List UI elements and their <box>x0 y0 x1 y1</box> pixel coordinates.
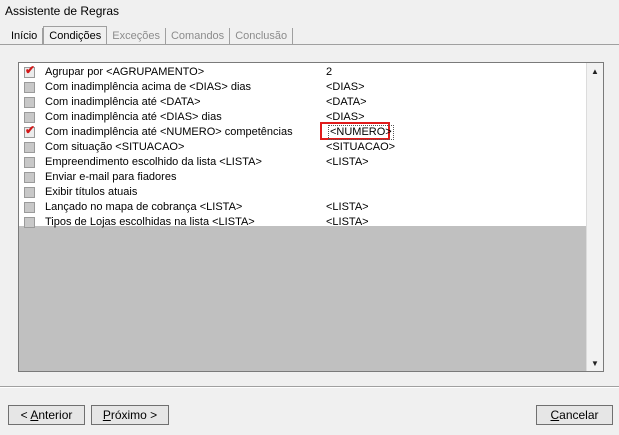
cancel-button[interactable]: Cancelar <box>536 405 613 425</box>
condition-value[interactable]: 2 <box>326 65 332 80</box>
condition-checkbox[interactable] <box>24 82 35 93</box>
condition-label: Enviar e-mail para fiadores <box>45 171 177 183</box>
condition-row[interactable]: Lançado no mapa de cobrança <LISTA> <LIST… <box>19 200 587 215</box>
condition-label: Agrupar por <AGRUPAMENTO> <box>45 66 205 78</box>
condition-checkbox[interactable] <box>24 142 35 153</box>
condition-label: Com inadimplência até <DATA> <box>45 96 201 108</box>
next-button-hotkey: P <box>102 408 111 422</box>
condition-value[interactable]: <SITUACAO> <box>326 140 395 155</box>
next-button[interactable]: Próximo > <box>91 405 169 425</box>
vertical-scrollbar[interactable]: ▲ ▼ <box>586 63 603 371</box>
empty-list-area <box>19 226 587 371</box>
condition-label: Tipos de Lojas escolhidas na lista <LIST… <box>45 216 255 228</box>
scroll-down-icon[interactable]: ▼ <box>587 355 603 371</box>
conditions-list-area: ✔ Agrupar por <AGRUPAMENTO> 2 Com inadimplê… <box>19 63 587 371</box>
condition-checkbox[interactable] <box>24 202 35 213</box>
conditions-list[interactable]: ✔ Agrupar por <AGRUPAMENTO> 2 Com inadimplê… <box>18 62 604 372</box>
tab-excecoes: Exceções <box>107 28 166 44</box>
checkmark-icon: ✔ <box>25 123 36 137</box>
condition-row[interactable]: Com situação <SITUACAO> <SITUACAO> <box>19 140 587 155</box>
condition-row[interactable]: Exibir títulos atuais <box>19 185 587 200</box>
checkmark-icon: ✔ <box>25 63 36 77</box>
condition-checkbox[interactable] <box>24 112 35 123</box>
condition-value[interactable]: <DATA> <box>326 95 367 110</box>
tab-inicio[interactable]: Início <box>6 28 44 44</box>
condition-value[interactable]: <NUMERO> <box>328 125 394 140</box>
condition-row[interactable]: Com inadimplência até <DIAS> dias <DIAS> <box>19 110 587 125</box>
next-button-label-post: róximo > <box>110 408 158 422</box>
previous-button-label-post: nterior <box>38 408 73 422</box>
condition-row[interactable]: Com inadimplência acima de <DIAS> dias <D… <box>19 80 587 95</box>
condition-label: Com inadimplência até <NUMERO> competênc… <box>45 126 293 138</box>
condition-row[interactable]: ✔ Agrupar por <AGRUPAMENTO> 2 <box>19 63 587 80</box>
cancel-button-hotkey: C <box>550 408 560 422</box>
condition-checkbox[interactable] <box>24 187 35 198</box>
window-title: Assistente de Regras <box>5 4 120 18</box>
condition-label: Com inadimplência até <DIAS> dias <box>45 111 222 123</box>
condition-row[interactable]: ✔ Com inadimplência até <NUMERO> competên… <box>19 122 587 140</box>
previous-button[interactable]: < Anterior <box>8 405 85 425</box>
tab-divider <box>0 44 619 45</box>
condition-label: Com inadimplência acima de <DIAS> dias <box>45 81 252 93</box>
condition-label: Lançado no mapa de cobrança <LISTA> <box>45 201 243 213</box>
condition-checkbox[interactable] <box>24 217 35 228</box>
footer-divider-highlight <box>0 387 619 388</box>
condition-row[interactable]: Tipos de Lojas escolhidas na lista <LIST… <box>19 215 587 230</box>
highlighted-value-box[interactable]: <NUMERO> <box>320 122 394 140</box>
scroll-up-icon[interactable]: ▲ <box>587 63 603 79</box>
condition-label: Empreendimento escolhido da lista <LISTA… <box>45 156 262 168</box>
condition-label: Exibir títulos atuais <box>45 186 138 198</box>
conditions-rows: ✔ Agrupar por <AGRUPAMENTO> 2 Com inadimplê… <box>19 63 587 230</box>
condition-row[interactable]: Empreendimento escolhido da lista <LISTA… <box>19 155 587 170</box>
condition-label: Com situação <SITUACAO> <box>45 141 185 153</box>
condition-checkbox[interactable]: ✔ <box>24 123 36 138</box>
condition-checkbox[interactable] <box>24 97 35 108</box>
condition-value[interactable]: <LISTA> <box>326 215 369 230</box>
previous-button-label-pre: < <box>20 408 31 422</box>
condition-value[interactable]: <DIAS> <box>326 80 365 95</box>
condition-checkbox[interactable] <box>24 157 35 168</box>
condition-checkbox[interactable]: ✔ <box>24 63 36 78</box>
tab-comandos: Comandos <box>166 28 231 44</box>
tab-condicoes[interactable]: Condições <box>43 26 108 45</box>
condition-row[interactable]: Enviar e-mail para fiadores <box>19 170 587 185</box>
tab-conclusao: Conclusão <box>230 28 294 44</box>
tab-bar: Início Condições Exceções Comandos Concl… <box>6 26 294 45</box>
condition-checkbox[interactable] <box>24 172 35 183</box>
cancel-button-label-post: ancelar <box>559 408 599 422</box>
condition-value[interactable]: <LISTA> <box>326 200 369 215</box>
condition-value[interactable]: <LISTA> <box>326 155 369 170</box>
condition-row[interactable]: Com inadimplência até <DATA> <DATA> <box>19 95 587 110</box>
